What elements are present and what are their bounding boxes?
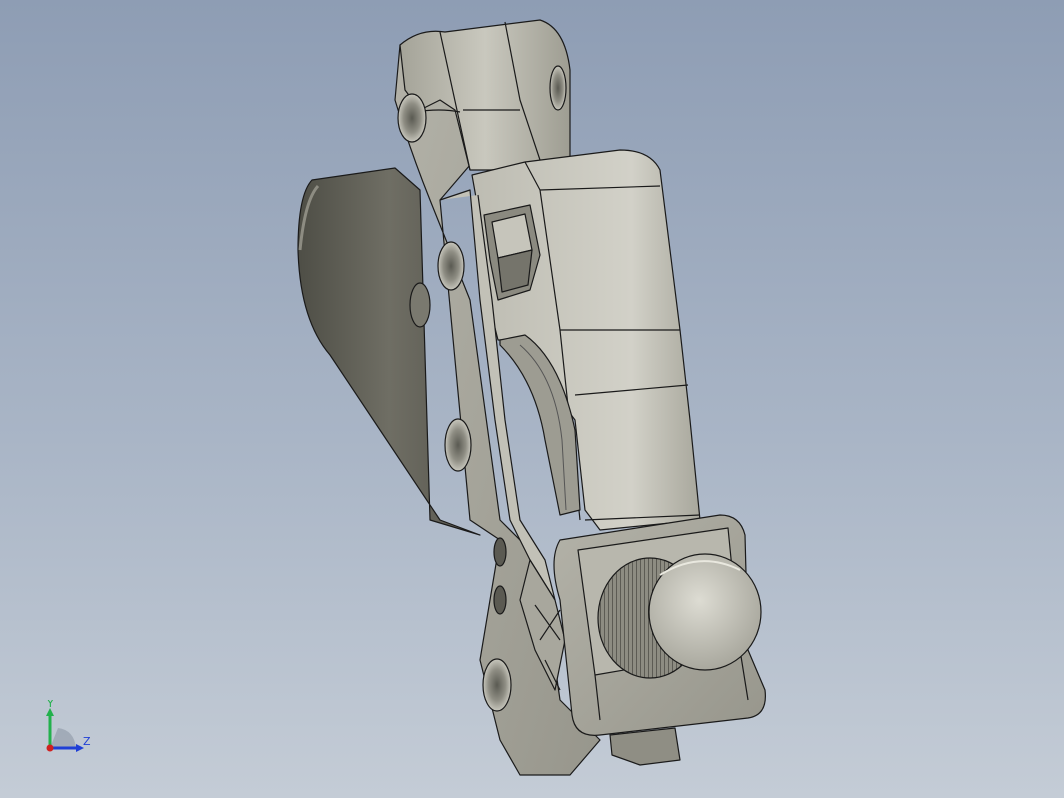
y-axis-label: Y (46, 700, 54, 710)
cad-graphics-viewport[interactable]: Y Z (0, 0, 1064, 798)
z-axis-label: Z (83, 735, 91, 748)
threaded-knob[interactable] (597, 553, 762, 679)
x-axis-point (46, 744, 54, 752)
dark-pad (297, 167, 481, 536)
bottom-bracket (609, 727, 681, 766)
triad-shadow (50, 728, 76, 748)
coordinate-triad: Y Z (36, 697, 106, 760)
3d-part-model[interactable] (0, 0, 1064, 798)
